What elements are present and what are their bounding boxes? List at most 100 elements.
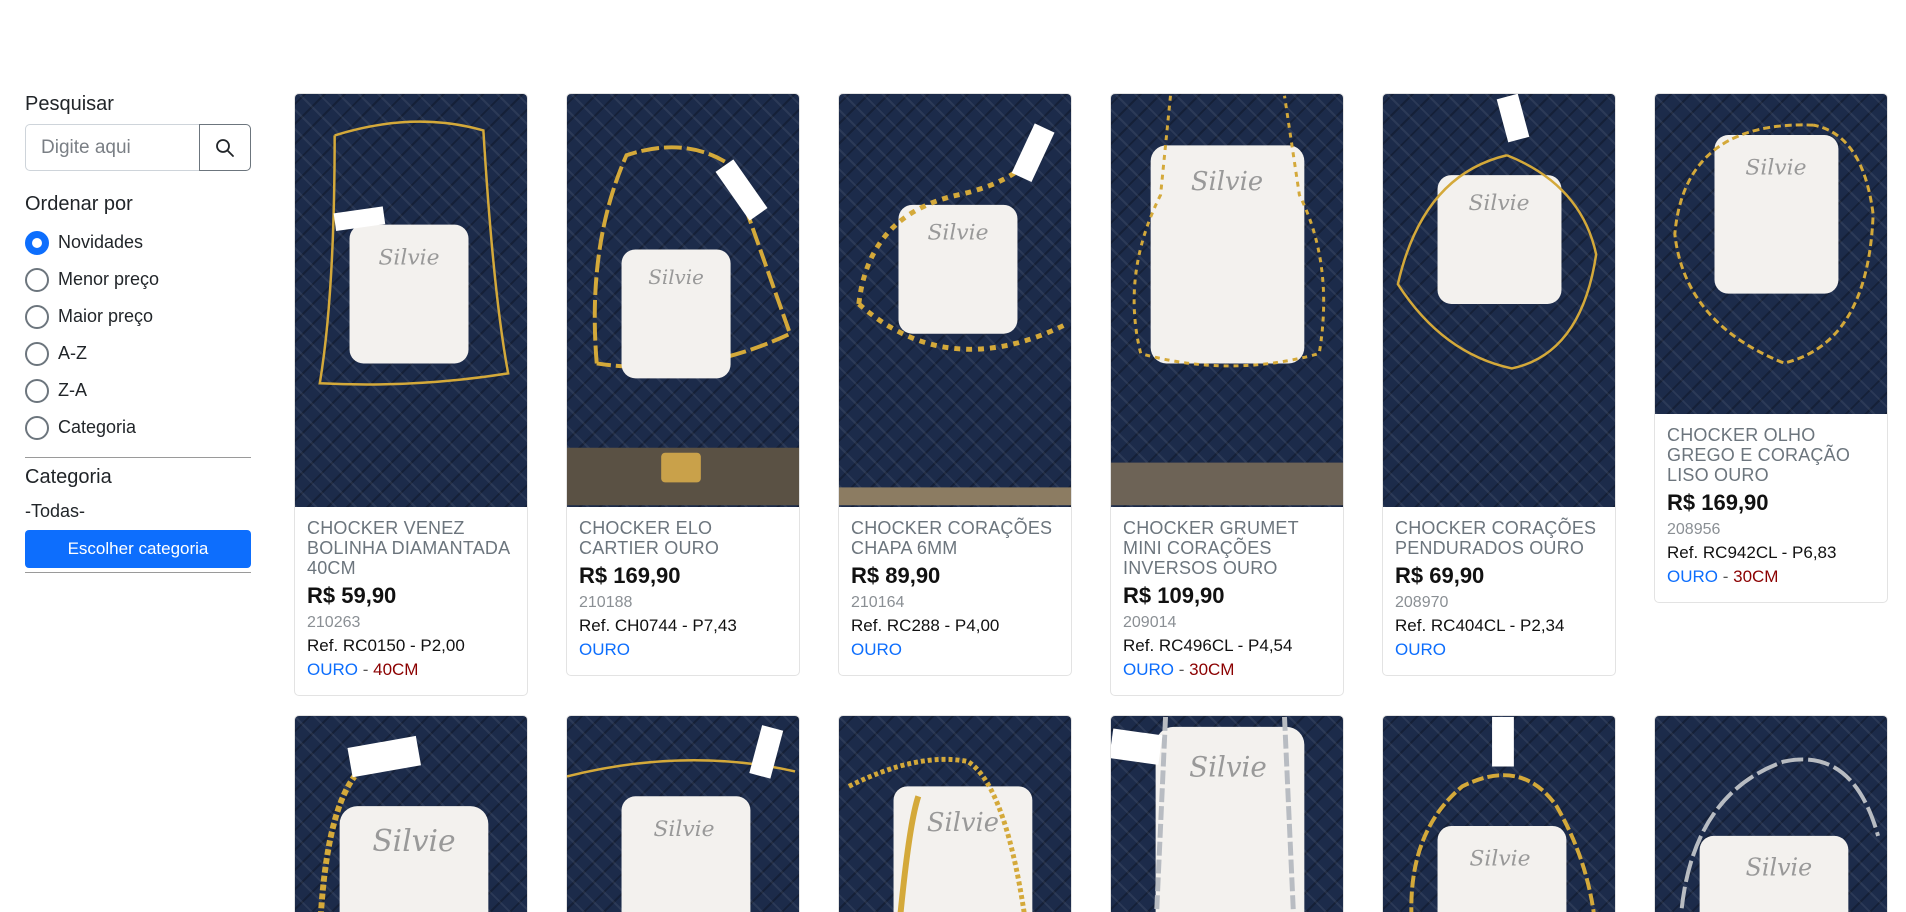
size-tag: 30CM bbox=[1189, 660, 1235, 679]
product-price: R$ 169,90 bbox=[1667, 490, 1769, 515]
product-image: Silvie bbox=[295, 716, 527, 912]
product-image: Silvie bbox=[1655, 94, 1887, 414]
material-tag: OURO bbox=[579, 640, 630, 659]
sort-option-menor-preco[interactable]: Menor preço bbox=[25, 261, 251, 298]
product-card[interactable]: Silvie bbox=[838, 715, 1072, 912]
product-image: Silvie bbox=[1655, 716, 1887, 912]
radio[interactable] bbox=[25, 304, 49, 329]
product-tags: OURO - 40CM bbox=[307, 659, 515, 681]
sort-options: Novidades Menor preço Maior preço A-Z Z-… bbox=[25, 224, 251, 446]
brand-logo: Silvie bbox=[1745, 156, 1806, 181]
search-icon bbox=[216, 138, 234, 157]
divider bbox=[25, 457, 251, 458]
tag-separator: - bbox=[1718, 567, 1734, 586]
brand-logo: Silvie bbox=[1469, 847, 1530, 872]
material-tag: OURO bbox=[851, 640, 902, 659]
tag-separator: - bbox=[358, 660, 374, 679]
brand-logo: Silvie bbox=[1468, 191, 1529, 216]
brand-logo: Silvie bbox=[653, 817, 714, 842]
product-image: Silvie bbox=[567, 716, 799, 912]
product-ref: Ref. RC942CL - P6,83 bbox=[1667, 543, 1837, 562]
product-tags: OURO bbox=[1395, 639, 1603, 661]
product-ref: Ref. RC0150 - P2,00 bbox=[307, 636, 465, 655]
choose-category-button[interactable]: Escolher categoria bbox=[25, 530, 251, 568]
brand-logo: Silvie bbox=[927, 221, 988, 246]
product-tags: OURO - 30CM bbox=[1123, 659, 1331, 681]
product-image: Silvie bbox=[567, 94, 799, 507]
product-ref: Ref. CH0744 - P7,43 bbox=[579, 616, 737, 635]
brand-logo: Silvie bbox=[372, 824, 455, 859]
sort-option-label: Maior preço bbox=[58, 306, 154, 326]
product-card[interactable]: Silvie bbox=[294, 715, 528, 912]
divider bbox=[25, 572, 251, 573]
product-image: Silvie bbox=[839, 94, 1071, 507]
product-image: Silvie bbox=[839, 716, 1071, 912]
sidebar: Pesquisar Ordenar por Novidades Menor pr… bbox=[25, 93, 251, 581]
search-button[interactable] bbox=[199, 124, 251, 171]
product-code: 208970 bbox=[1395, 594, 1449, 611]
material-tag: OURO bbox=[307, 660, 358, 679]
sort-option-label: Novidades bbox=[58, 232, 144, 252]
product-card[interactable]: Silvie CHOCKER VENEZ BOLINHA DIAMANTADA … bbox=[294, 93, 528, 696]
sort-option-novidades[interactable]: Novidades bbox=[25, 224, 251, 261]
product-card[interactable]: Silvie CHOCKER OLHO GREGO E CORAÇÃO LISO… bbox=[1654, 93, 1888, 603]
product-code: 210263 bbox=[307, 614, 361, 631]
sort-option-label: Categoria bbox=[58, 417, 137, 437]
brand-logo: Silvie bbox=[1191, 167, 1263, 197]
product-code: 210164 bbox=[851, 594, 905, 611]
product-card[interactable]: Silvie CHOCKER GRUMET MINI CORAÇÕES INVE… bbox=[1110, 93, 1344, 696]
radio[interactable] bbox=[25, 267, 49, 292]
product-card[interactable]: Silvie bbox=[1382, 715, 1616, 912]
tag-separator: - bbox=[1174, 660, 1190, 679]
product-card[interactable]: Silvie bbox=[1654, 715, 1888, 912]
product-name: CHOCKER GRUMET MINI CORAÇÕES INVERSOS OU… bbox=[1123, 518, 1299, 578]
product-card[interactable]: Silvie bbox=[1110, 715, 1344, 912]
product-price: R$ 69,90 bbox=[1395, 563, 1485, 588]
brand-logo: Silvie bbox=[378, 245, 439, 270]
product-image: Silvie bbox=[1111, 716, 1343, 912]
brand-logo: Silvie bbox=[927, 808, 999, 838]
product-code: 208956 bbox=[1667, 521, 1721, 538]
material-tag: OURO bbox=[1123, 660, 1174, 679]
product-image: Silvie bbox=[1383, 716, 1615, 912]
sort-option-maior-preco[interactable]: Maior preço bbox=[25, 298, 251, 335]
sort-option-label: Z-A bbox=[58, 380, 87, 400]
product-ref: Ref. RC496CL - P4,54 bbox=[1123, 636, 1293, 655]
product-image: Silvie bbox=[295, 94, 527, 507]
product-price: R$ 59,90 bbox=[307, 583, 397, 608]
brand-logo: Silvie bbox=[1189, 750, 1267, 783]
radio[interactable] bbox=[25, 378, 49, 403]
product-card[interactable]: Silvie CHOCKER CORAÇÕES CHAPA 6MM R$ 89,… bbox=[838, 93, 1072, 676]
radio[interactable] bbox=[25, 415, 49, 440]
product-code: 210188 bbox=[579, 594, 633, 611]
search-input[interactable] bbox=[25, 124, 199, 171]
material-tag: OURO bbox=[1667, 567, 1718, 586]
radio-checked[interactable] bbox=[25, 230, 49, 255]
sort-option-categoria[interactable]: Categoria bbox=[25, 409, 251, 446]
product-name: CHOCKER ELO CARTIER OURO bbox=[579, 518, 720, 558]
product-price: R$ 169,90 bbox=[579, 563, 681, 588]
sort-option-z-a[interactable]: Z-A bbox=[25, 372, 251, 409]
product-card[interactable]: Silvie CHOCKER ELO CARTIER OURO R$ 169,9… bbox=[566, 93, 800, 676]
category-title: Categoria bbox=[25, 466, 112, 488]
sort-option-label: A-Z bbox=[58, 343, 87, 363]
sort-title: Ordenar por bbox=[25, 193, 133, 215]
product-code: 209014 bbox=[1123, 614, 1177, 631]
product-price: R$ 89,90 bbox=[851, 563, 941, 588]
product-ref: Ref. RC404CL - P2,34 bbox=[1395, 616, 1565, 635]
product-price: R$ 109,90 bbox=[1123, 583, 1225, 608]
radio[interactable] bbox=[25, 341, 49, 366]
product-name: CHOCKER CORAÇÕES CHAPA 6MM bbox=[851, 518, 1053, 558]
product-tags: OURO bbox=[851, 639, 1059, 661]
sort-option-a-z[interactable]: A-Z bbox=[25, 335, 251, 372]
brand-logo: Silvie bbox=[648, 266, 704, 289]
search-title: Pesquisar bbox=[25, 93, 114, 115]
brand-logo: Silvie bbox=[1746, 854, 1813, 882]
product-ref: Ref. RC288 - P4,00 bbox=[851, 616, 1000, 635]
product-image: Silvie bbox=[1383, 94, 1615, 507]
product-card[interactable]: Silvie CHOCKER CORAÇÕES PENDURADOS OURO … bbox=[1382, 93, 1616, 676]
product-card[interactable]: Silvie bbox=[566, 715, 800, 912]
product-name: CHOCKER VENEZ BOLINHA DIAMANTADA 40CM bbox=[307, 518, 510, 578]
sort-option-label: Menor preço bbox=[58, 269, 160, 289]
category-value: -Todas- bbox=[25, 501, 86, 521]
